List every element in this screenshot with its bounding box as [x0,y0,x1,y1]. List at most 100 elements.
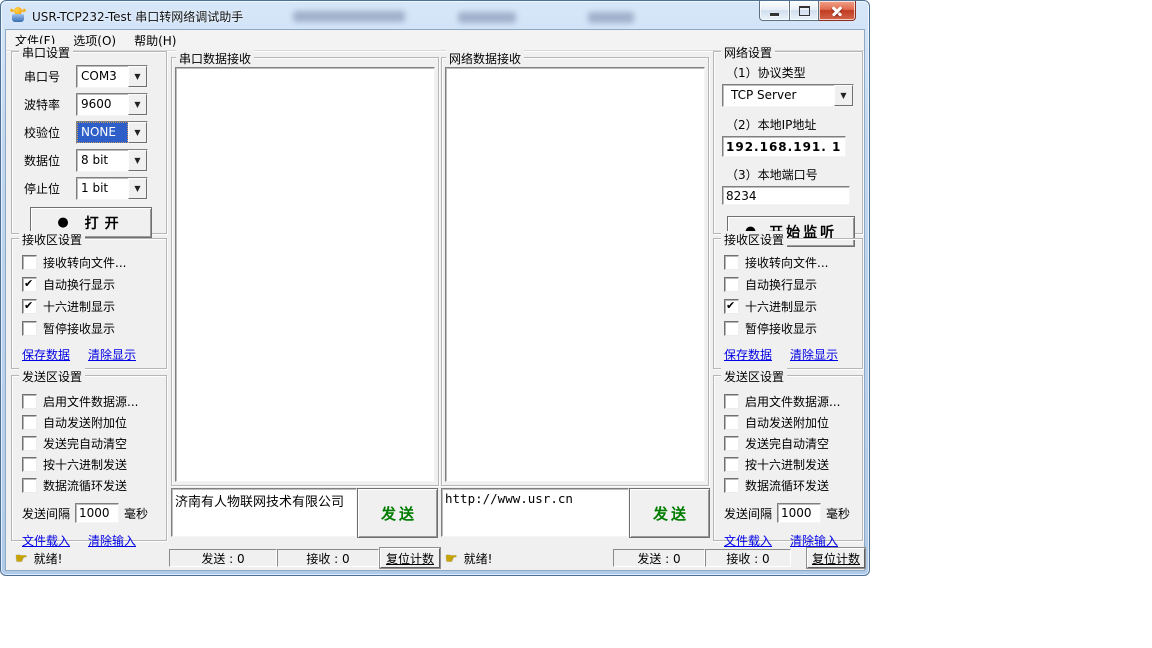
blurred-watermark [588,12,634,23]
checkbox-row: 自动发送附加位 [724,414,858,431]
network-receive-area[interactable] [445,67,705,482]
clear-after-send-checkbox[interactable] [724,436,739,451]
receive-to-file-checkbox[interactable] [22,255,37,270]
checkbox-label: 暂停接收显示 [745,320,817,337]
checkbox-label: 暂停接收显示 [43,320,115,337]
checkbox-row: 接收转向文件... [22,254,162,271]
local-port-input[interactable] [722,186,850,205]
menu-options[interactable]: 选项(O) [64,30,125,51]
parity-select[interactable]: NONE ▼ [76,121,148,144]
record-dot-icon: ● [57,215,68,230]
send-interval-unit: 毫秒 [826,505,850,522]
pointing-hand-icon: ☛ [445,551,458,567]
chevron-down-icon[interactable]: ▼ [128,122,147,143]
checkbox-label: 十六进制显示 [745,298,817,315]
network-send-input[interactable]: http://www.usr.cn [441,488,629,537]
app-window: USR-TCP232-Test 串口转网络调试助手 文件(F) 选项(O) 帮助… [0,0,870,576]
reset-count-button[interactable]: 复位计数 [807,548,865,568]
send-interval-input[interactable] [777,503,821,523]
group-title: 网络设置 [721,44,775,61]
serial-send-button[interactable]: 发送 [357,488,438,538]
chevron-down-icon[interactable]: ▼ [834,85,853,106]
checkbox-label: 按十六进制发送 [745,456,829,473]
group-title: 串口设置 [19,44,73,61]
hex-display-checkbox[interactable] [22,299,37,314]
checkbox-label: 十六进制显示 [43,298,115,315]
send-as-hex-checkbox[interactable] [22,457,37,472]
checkbox-row: 启用文件数据源... [22,393,162,410]
pause-receive-checkbox[interactable] [724,321,739,336]
clear-display-link[interactable]: 清除显示 [88,346,136,363]
checkbox-label: 发送完自动清空 [745,435,829,452]
send-interval-label: 发送间隔 [724,505,772,522]
checkbox-label: 启用文件数据源... [43,393,138,410]
clear-display-link[interactable]: 清除显示 [790,346,838,363]
send-interval-input[interactable] [75,503,119,523]
auto-send-append-checkbox[interactable] [724,415,739,430]
group-title: 发送区设置 [721,368,787,385]
send-interval-unit: 毫秒 [124,505,148,522]
file-data-source-checkbox[interactable] [724,394,739,409]
blurred-watermark [293,11,405,22]
receive-to-file-checkbox[interactable] [724,255,739,270]
stop-bits-label: 停止位 [24,180,76,197]
pause-receive-checkbox[interactable] [22,321,37,336]
checkbox-row: 自动换行显示 [22,276,162,293]
serial-settings-group: 串口设置 串口号 COM3 ▼ 波特率 9600 ▼ [11,51,167,234]
clear-after-send-checkbox[interactable] [22,436,37,451]
window-title: USR-TCP232-Test 串口转网络调试助手 [32,8,243,25]
file-data-source-checkbox[interactable] [22,394,37,409]
serial-receive-area[interactable] [175,67,435,482]
auto-wrap-checkbox[interactable] [22,277,37,292]
send-as-hex-checkbox[interactable] [724,457,739,472]
protocol-type-label: （1）协议类型 [726,64,862,81]
tx-counter: 发送 : 0 [613,549,705,567]
minimize-button[interactable] [759,1,790,21]
checkbox-row: 数据流循环发送 [724,477,858,494]
protocol-type-select[interactable]: TCP Server ▼ [722,84,854,107]
com-port-value: COM3 [77,66,128,87]
com-port-select[interactable]: COM3 ▼ [76,65,148,88]
serial-receive-settings-group: 接收区设置 接收转向文件... 自动换行显示 十六进制显示 暂停接收显示 [11,238,167,369]
maximize-button[interactable] [790,1,819,21]
baud-rate-label: 波特率 [24,96,76,113]
local-ip-input[interactable] [722,136,846,157]
pointing-hand-icon: ☛ [15,551,28,567]
save-data-link[interactable]: 保存数据 [724,346,772,363]
checkbox-label: 自动发送附加位 [43,414,127,431]
auto-wrap-checkbox[interactable] [724,277,739,292]
parity-label: 校验位 [24,124,76,141]
close-button[interactable] [819,1,856,21]
menu-help[interactable]: 帮助(H) [125,30,185,51]
auto-send-append-checkbox[interactable] [22,415,37,430]
rx-counter: 接收 : 0 [277,549,379,567]
reset-count-button[interactable]: 复位计数 [380,548,440,568]
loop-send-checkbox[interactable] [724,478,739,493]
data-bits-value: 8 bit [77,150,128,171]
stop-bits-select[interactable]: 1 bit ▼ [76,177,148,200]
status-message: 就绪! [464,550,493,567]
chevron-down-icon[interactable]: ▼ [128,178,147,199]
title-bar[interactable]: USR-TCP232-Test 串口转网络调试助手 [1,1,869,29]
checkbox-label: 数据流循环发送 [43,477,127,494]
data-bits-label: 数据位 [24,152,76,169]
save-data-link[interactable]: 保存数据 [22,346,70,363]
checkbox-row: 十六进制显示 [724,298,858,315]
network-send-label: 发送 [650,503,689,524]
checkbox-row: 按十六进制发送 [724,456,858,473]
data-bits-select[interactable]: 8 bit ▼ [76,149,148,172]
serial-send-input[interactable]: 济南有人物联网技术有限公司 [171,488,357,537]
network-receive-settings-group: 接收区设置 接收转向文件... 自动换行显示 十六进制显示 暂停接收显示 [713,238,863,369]
checkbox-row: 十六进制显示 [22,298,162,315]
hex-display-checkbox[interactable] [724,299,739,314]
loop-send-checkbox[interactable] [22,478,37,493]
checkbox-row: 接收转向文件... [724,254,858,271]
protocol-type-value: TCP Server [723,85,834,106]
chevron-down-icon[interactable]: ▼ [128,94,147,115]
network-send-button[interactable]: 发送 [629,488,710,538]
baud-rate-select[interactable]: 9600 ▼ [76,93,148,116]
chevron-down-icon[interactable]: ▼ [128,150,147,171]
send-interval-label: 发送间隔 [22,505,70,522]
chevron-down-icon[interactable]: ▼ [128,66,147,87]
checkbox-label: 接收转向文件... [745,254,828,271]
